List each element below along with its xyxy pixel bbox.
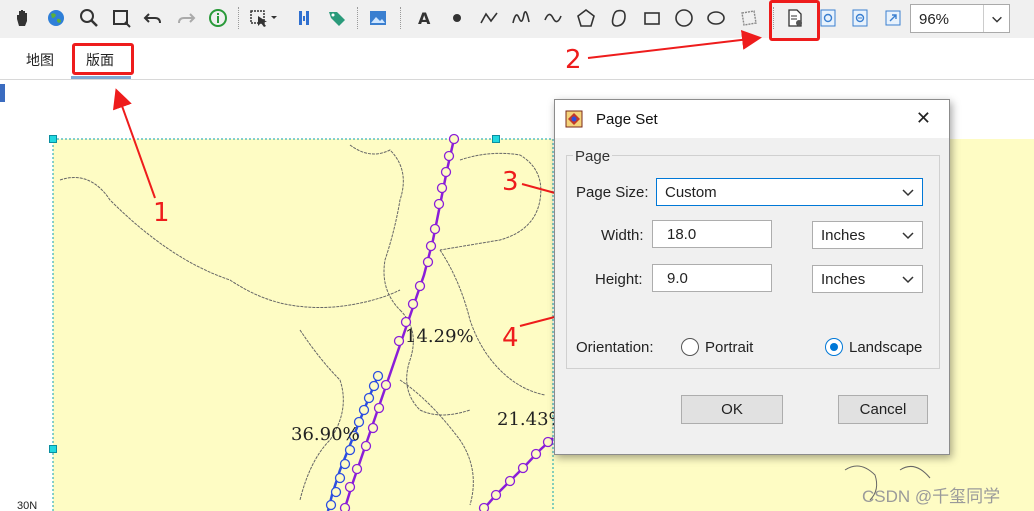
orientation-label: Orientation: bbox=[576, 339, 654, 356]
width-unit-select[interactable]: Inches bbox=[812, 221, 923, 249]
width-label: Width: bbox=[601, 227, 644, 244]
page-size-label: Page Size: bbox=[576, 184, 649, 201]
dialog-titlebar[interactable]: Page Set ✕ bbox=[555, 100, 949, 138]
page-group-label: Page bbox=[573, 148, 613, 165]
latitude-label: 30N bbox=[17, 500, 38, 511]
dialog-title: Page Set bbox=[596, 111, 658, 128]
chevron-down-icon bbox=[902, 276, 914, 284]
landscape-radio[interactable] bbox=[825, 338, 843, 356]
height-unit-select[interactable]: Inches bbox=[812, 265, 923, 293]
cancel-button[interactable]: Cancel bbox=[838, 395, 928, 424]
landscape-label[interactable]: Landscape bbox=[849, 339, 922, 356]
resize-handle[interactable] bbox=[49, 445, 57, 453]
map-label-percent: 14.29% bbox=[405, 326, 474, 347]
portrait-label[interactable]: Portrait bbox=[705, 339, 753, 356]
page-set-dialog: Page Set ✕ Page Page Size: Custom Width:… bbox=[554, 99, 950, 455]
app-window: A 96% 地图 版面 14.29% 36.90% 21.43% 30N 1 2… bbox=[0, 0, 1034, 511]
annotation-number: 4 bbox=[502, 323, 519, 353]
width-unit-value: Inches bbox=[821, 227, 866, 244]
width-input[interactable]: 18.0 bbox=[652, 220, 772, 248]
height-value: 9.0 bbox=[667, 270, 688, 287]
resize-handle[interactable] bbox=[492, 135, 500, 143]
height-label: Height: bbox=[595, 271, 643, 288]
height-input[interactable]: 9.0 bbox=[652, 264, 772, 292]
page-size-select[interactable]: Custom bbox=[656, 178, 923, 206]
highlight-box bbox=[769, 0, 820, 41]
annotation-number: 1 bbox=[153, 198, 170, 228]
app-icon bbox=[565, 110, 583, 128]
chevron-down-icon bbox=[902, 189, 914, 197]
annotation-number: 2 bbox=[565, 45, 582, 75]
chevron-down-icon bbox=[902, 232, 914, 240]
ok-button[interactable]: OK bbox=[681, 395, 783, 424]
resize-handle[interactable] bbox=[49, 135, 57, 143]
highlight-box bbox=[72, 43, 134, 75]
portrait-radio[interactable] bbox=[681, 338, 699, 356]
page-size-value: Custom bbox=[665, 184, 717, 201]
watermark: CSDN @千玺同学 bbox=[862, 487, 1001, 506]
map-label-percent: 36.90% bbox=[291, 424, 360, 445]
annotation-number: 3 bbox=[502, 167, 519, 197]
width-value: 18.0 bbox=[667, 226, 697, 243]
close-icon[interactable]: ✕ bbox=[916, 108, 931, 129]
height-unit-value: Inches bbox=[821, 271, 866, 288]
